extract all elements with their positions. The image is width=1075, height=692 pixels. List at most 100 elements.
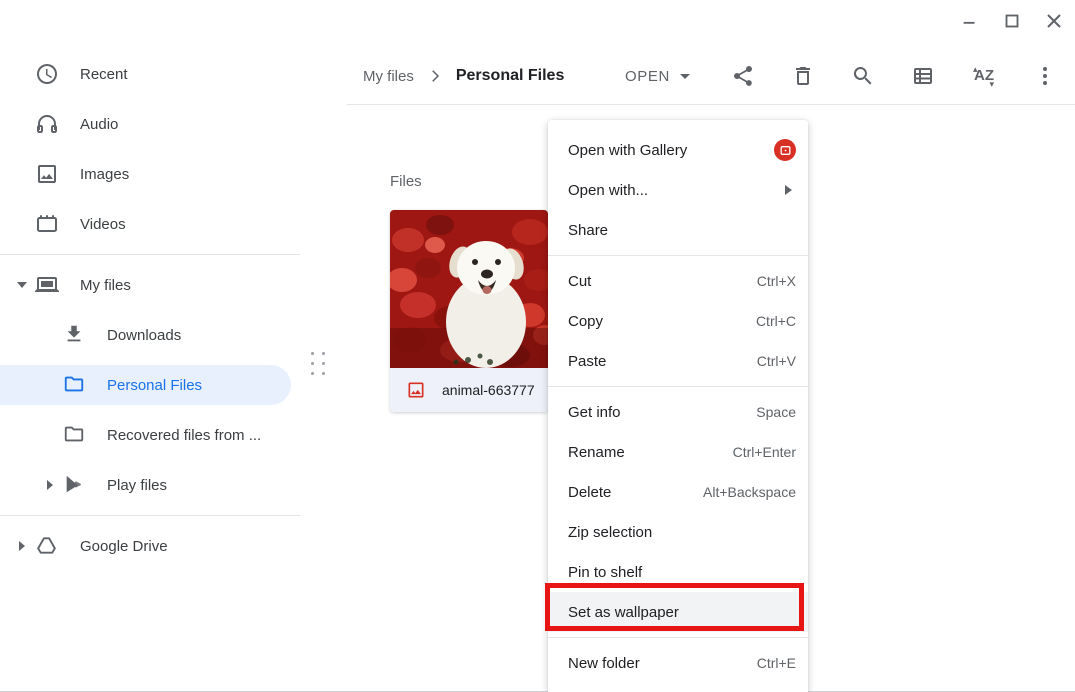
file-name: animal-663777: [442, 382, 535, 398]
sidebar-item-videos[interactable]: Videos: [0, 199, 300, 249]
sidebar-item-label: Audio: [80, 115, 119, 133]
menu-divider: [548, 386, 808, 387]
breadcrumb-current: Personal Files: [455, 67, 565, 84]
menu-item-delete[interactable]: Delete Alt+Backspace: [548, 472, 808, 512]
sidebar-item-label: Images: [80, 165, 130, 183]
menu-item-zip-selection[interactable]: Zip selection: [548, 512, 808, 552]
menu-shortcut: Space: [756, 404, 796, 420]
menu-item-open-with-gallery[interactable]: Open with Gallery: [548, 130, 808, 170]
chevron-right-icon[interactable]: [40, 475, 60, 495]
sidebar-item-my-files[interactable]: My files: [0, 260, 300, 310]
sidebar-divider: [0, 254, 300, 255]
menu-item-label: Rename: [568, 443, 625, 461]
menu-divider: [548, 637, 808, 638]
dog: [446, 241, 526, 368]
menu-shortcut: Ctrl+V: [756, 353, 796, 369]
breadcrumb-parent[interactable]: My files: [363, 68, 414, 85]
menu-item-label: Zip selection: [568, 523, 653, 541]
image-file-icon: [406, 380, 426, 400]
close-button[interactable]: [1041, 8, 1067, 34]
sidebar-item-recovered-files[interactable]: Recovered files from ...: [0, 410, 300, 460]
menu-item-pin-to-shelf[interactable]: Pin to shelf: [548, 552, 808, 592]
sidebar-resize-handle[interactable]: [311, 352, 327, 378]
sidebar-divider: [0, 515, 300, 516]
search-icon[interactable]: [851, 64, 875, 88]
menu-item-new-folder[interactable]: New folder Ctrl+E: [548, 643, 808, 683]
menu-item-label: Set as wallpaper: [568, 603, 679, 621]
menu-item-label: New folder: [568, 654, 640, 672]
sidebar-item-label: Downloads: [107, 326, 182, 344]
sidebar-item-audio[interactable]: Audio: [0, 99, 300, 149]
menu-item-label: Open with...: [568, 181, 649, 199]
breadcrumb: My files Personal Files: [363, 48, 564, 104]
sidebar-item-google-drive[interactable]: Google Drive: [0, 521, 300, 571]
sidebar-item-label: My files: [80, 276, 131, 294]
menu-item-open-with[interactable]: Open with...: [548, 170, 808, 210]
chevron-right-icon[interactable]: [12, 536, 32, 556]
maximize-button[interactable]: [999, 8, 1025, 34]
sort-down-arrow: ▾: [989, 79, 994, 89]
menu-item-set-as-wallpaper[interactable]: Set as wallpaper: [548, 592, 808, 632]
play-icon: [63, 473, 87, 497]
open-button-label: OPEN: [625, 67, 670, 85]
sidebar-item-recent[interactable]: Recent: [0, 49, 300, 99]
menu-item-copy[interactable]: Copy Ctrl+C: [548, 301, 808, 341]
menu-item-label: Delete: [568, 483, 612, 501]
drive-icon: [35, 534, 59, 558]
sidebar-item-label: Google Drive: [80, 537, 168, 555]
menu-item-rename[interactable]: Rename Ctrl+Enter: [548, 432, 808, 472]
file-item-animal[interactable]: animal-663777: [390, 210, 548, 412]
clock-icon: [35, 62, 59, 86]
menu-item-label: Share: [568, 221, 609, 239]
sidebar-item-downloads[interactable]: Downloads: [0, 310, 300, 360]
more-vert-icon[interactable]: [1033, 64, 1057, 88]
menu-item-label: Paste: [568, 352, 607, 370]
menu-shortcut: Ctrl+C: [755, 313, 796, 329]
sidebar-item-label: Recovered files from ...: [107, 426, 262, 444]
menu-shortcut: Ctrl+E: [756, 655, 796, 671]
share-icon[interactable]: [731, 64, 755, 88]
sort-up-arrow: ▴: [973, 64, 978, 74]
sidebar-item-personal-files[interactable]: Personal Files: [0, 360, 300, 410]
files-app-window: Recent Audio Images Videos My files Down…: [0, 0, 1075, 692]
chevron-right-icon: [426, 67, 444, 85]
headphones-icon: [35, 112, 59, 136]
folder-icon: [63, 373, 87, 397]
menu-item-label: Cut: [568, 272, 592, 290]
trash-icon[interactable]: [791, 64, 815, 88]
laptop-icon: [35, 273, 59, 297]
minimize-button[interactable]: [957, 8, 983, 34]
sidebar-item-play-files[interactable]: Play files: [0, 460, 300, 510]
toolbar: My files Personal Files OPEN ▴ AZ ▾: [347, 48, 1075, 105]
menu-item-label: Pin to shelf: [568, 563, 643, 581]
menu-item-label: Copy: [568, 312, 604, 330]
image-icon: [35, 162, 59, 186]
file-label-bar: animal-663777: [390, 368, 548, 412]
folder-icon: [63, 423, 87, 447]
sidebar-item-images[interactable]: Images: [0, 149, 300, 199]
menu-shortcut: Alt+Backspace: [703, 484, 796, 500]
chevron-down-icon: [679, 73, 690, 79]
toolbar-actions: ▴ AZ ▾: [731, 64, 1057, 89]
chevron-down-icon[interactable]: [12, 275, 32, 295]
menu-item-label: Open with Gallery: [568, 141, 688, 159]
menu-shortcut: Ctrl+Enter: [732, 444, 796, 460]
sort-name-icon[interactable]: ▴ AZ ▾: [971, 64, 997, 89]
open-button[interactable]: OPEN: [617, 61, 698, 91]
window-controls: [957, 8, 1067, 34]
menu-divider: [548, 255, 808, 256]
submenu-arrow-icon: [785, 185, 792, 195]
menu-item-paste[interactable]: Paste Ctrl+V: [548, 341, 808, 381]
menu-item-cut[interactable]: Cut Ctrl+X: [548, 261, 808, 301]
table-view-icon[interactable]: [911, 64, 935, 88]
sidebar-item-label: Play files: [107, 476, 168, 494]
sidebar: Recent Audio Images Videos My files Down…: [0, 49, 300, 571]
gallery-app-icon: [774, 139, 796, 161]
context-menu: Open with Gallery Open with... Share Cut…: [548, 120, 808, 692]
download-icon: [63, 323, 87, 347]
file-thumbnail-dog-in-red-flowers: [390, 210, 548, 368]
menu-item-label: Get info: [568, 403, 621, 421]
menu-item-share[interactable]: Share: [548, 210, 808, 250]
menu-item-get-info[interactable]: Get info Space: [548, 392, 808, 432]
menu-shortcut: Ctrl+X: [756, 273, 796, 289]
